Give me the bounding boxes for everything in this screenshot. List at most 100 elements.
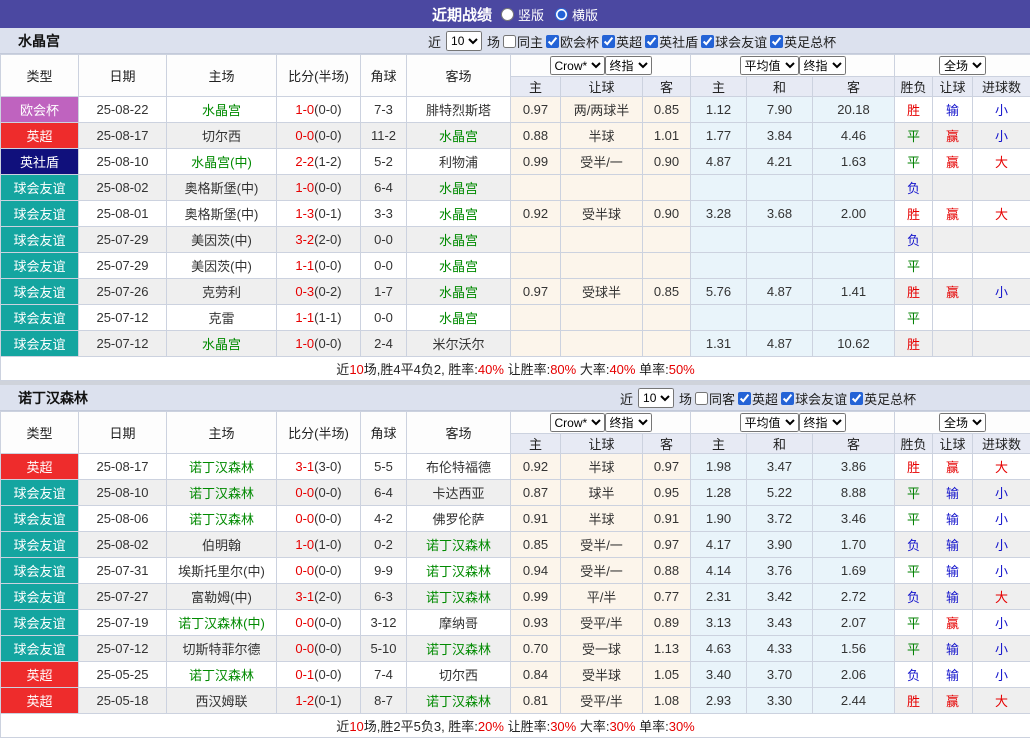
team-name: 诺丁汉森林 bbox=[18, 385, 88, 411]
match-result: 平 bbox=[895, 123, 933, 149]
avg-draw-odds: 3.70 bbox=[747, 662, 813, 688]
team-section: 诺丁汉森林近10场同客英超球会友谊英足总杯类型日期主场比分(半场)角球客场Cro… bbox=[0, 385, 1030, 738]
fulltime-score: 1-0 bbox=[295, 102, 314, 117]
league-badge: 球会友谊 bbox=[1, 506, 79, 532]
goals-result: 小 bbox=[973, 123, 1030, 149]
same-venue-checkbox[interactable] bbox=[695, 392, 708, 405]
subcolumn-header-result: 胜负 bbox=[895, 434, 933, 454]
avg-away-odds: 1.41 bbox=[813, 279, 895, 305]
avg-draw-odds: 3.84 bbox=[747, 123, 813, 149]
filter-suffix-label: 场 bbox=[487, 32, 500, 51]
scope-select[interactable]: 全场 bbox=[939, 56, 986, 75]
games-count-select[interactable]: 10 bbox=[446, 31, 482, 51]
layout-vertical-option[interactable]: 竖版 bbox=[500, 5, 544, 24]
odds-time-select[interactable]: 终指 bbox=[605, 56, 652, 75]
column-header-col-home: 主场 bbox=[167, 55, 277, 97]
league-filter-option[interactable]: 球会友谊 bbox=[700, 32, 767, 51]
handicap-result: 输 bbox=[933, 558, 973, 584]
halftime-score: (0-0) bbox=[314, 615, 341, 630]
halftime-score: (2-0) bbox=[314, 589, 341, 604]
scope-select[interactable]: 全场 bbox=[939, 413, 986, 432]
column-header-col-away: 客场 bbox=[407, 412, 511, 454]
away-team: 佛罗伦萨 bbox=[407, 506, 511, 532]
odds-time-select[interactable]: 终指 bbox=[605, 413, 652, 432]
league-filter-checkbox[interactable] bbox=[850, 392, 863, 405]
odds-company-select[interactable]: Crow* bbox=[550, 413, 605, 432]
league-badge: 英超 bbox=[1, 688, 79, 714]
league-filter-option[interactable]: 英社盾 bbox=[644, 32, 698, 51]
league-filter-checkbox[interactable] bbox=[770, 35, 783, 48]
away-team: 腓特烈斯塔 bbox=[407, 97, 511, 123]
league-filter-checkbox[interactable] bbox=[602, 35, 615, 48]
home-odds: 0.94 bbox=[511, 558, 561, 584]
league-filter-option[interactable]: 欧会杯 bbox=[545, 32, 599, 51]
goals-result: 大 bbox=[973, 201, 1030, 227]
league-filter-option[interactable]: 英足总杯 bbox=[769, 32, 836, 51]
filter-prefix-label: 近 bbox=[428, 32, 441, 51]
handicap-line: 受一球 bbox=[561, 636, 643, 662]
subcolumn-header-handicap-result: 让球 bbox=[933, 434, 973, 454]
average-select[interactable]: 平均值 bbox=[740, 56, 799, 75]
same-venue-option[interactable]: 同客 bbox=[694, 389, 735, 408]
avg-time-select[interactable]: 终指 bbox=[799, 56, 846, 75]
away-odds: 0.85 bbox=[643, 279, 691, 305]
home-team: 克雷 bbox=[167, 305, 277, 331]
league-filter-checkbox[interactable] bbox=[546, 35, 559, 48]
odds-company-select[interactable]: Crow* bbox=[550, 56, 605, 75]
handicap-result bbox=[933, 331, 973, 357]
goals-result: 大 bbox=[973, 454, 1030, 480]
average-group-header: 平均值终指 bbox=[691, 412, 895, 434]
away-odds bbox=[643, 227, 691, 253]
home-odds: 0.85 bbox=[511, 532, 561, 558]
average-select[interactable]: 平均值 bbox=[740, 413, 799, 432]
home-team: 美因茨(中) bbox=[167, 227, 277, 253]
score-cell: 2-2(1-2) bbox=[277, 149, 361, 175]
avg-away-odds bbox=[813, 305, 895, 331]
match-result: 胜 bbox=[895, 331, 933, 357]
home-odds: 0.99 bbox=[511, 149, 561, 175]
league-badge: 球会友谊 bbox=[1, 305, 79, 331]
away-team: 水晶宫 bbox=[407, 253, 511, 279]
same-venue-label: 同客 bbox=[709, 389, 735, 408]
home-team: 西汉姆联 bbox=[167, 688, 277, 714]
home-odds: 0.70 bbox=[511, 636, 561, 662]
league-filter-checkbox[interactable] bbox=[738, 392, 751, 405]
games-count-select[interactable]: 10 bbox=[638, 388, 674, 408]
avg-draw-odds: 3.90 bbox=[747, 532, 813, 558]
horizontal-layout-radio[interactable] bbox=[555, 8, 568, 21]
goals-result: 小 bbox=[973, 610, 1030, 636]
same-venue-option[interactable]: 同主 bbox=[502, 32, 543, 51]
halftime-score: (1-2) bbox=[314, 154, 341, 169]
fulltime-score: 2-2 bbox=[295, 154, 314, 169]
summary-segment: 20% bbox=[478, 719, 504, 734]
home-odds: 0.92 bbox=[511, 201, 561, 227]
goals-result: 小 bbox=[973, 532, 1030, 558]
summary-segment: 场,胜2平5负3, 胜率: bbox=[364, 719, 478, 734]
column-header-col-score: 比分(半场) bbox=[277, 55, 361, 97]
match-result: 负 bbox=[895, 175, 933, 201]
home-team: 美因茨(中) bbox=[167, 253, 277, 279]
league-filter-option[interactable]: 球会友谊 bbox=[780, 389, 847, 408]
league-filter-option[interactable]: 英足总杯 bbox=[849, 389, 916, 408]
league-filter-option[interactable]: 英超 bbox=[601, 32, 642, 51]
same-venue-checkbox[interactable] bbox=[503, 35, 516, 48]
handicap-result: 输 bbox=[933, 532, 973, 558]
match-row: 球会友谊25-07-29美因茨(中)1-1(0-0)0-0水晶宫平 bbox=[1, 253, 1030, 279]
home-team: 水晶宫(中) bbox=[167, 149, 277, 175]
league-filter-checkbox[interactable] bbox=[701, 35, 714, 48]
league-filter-label: 球会友谊 bbox=[795, 389, 847, 408]
match-date: 25-07-19 bbox=[79, 610, 167, 636]
vertical-layout-radio[interactable] bbox=[501, 8, 514, 21]
league-filter-checkbox[interactable] bbox=[781, 392, 794, 405]
handicap-line: 受半球 bbox=[561, 201, 643, 227]
halftime-score: (0-0) bbox=[314, 258, 341, 273]
league-filter-option[interactable]: 英超 bbox=[737, 389, 778, 408]
avg-time-select[interactable]: 终指 bbox=[799, 413, 846, 432]
subcolumn-header-handicap: 让球 bbox=[561, 77, 643, 97]
league-filter-checkbox[interactable] bbox=[645, 35, 658, 48]
fulltime-score: 0-0 bbox=[295, 128, 314, 143]
match-date: 25-05-18 bbox=[79, 688, 167, 714]
layout-horizontal-option[interactable]: 横版 bbox=[554, 5, 598, 24]
avg-home-odds: 4.87 bbox=[691, 149, 747, 175]
subcolumn-header-avg-away: 客 bbox=[813, 77, 895, 97]
